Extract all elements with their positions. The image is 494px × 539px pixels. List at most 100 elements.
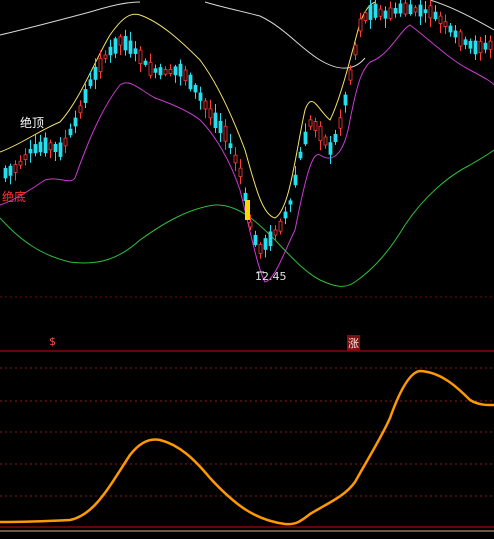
- candle-body: [228, 143, 233, 149]
- chart-background: [0, 0, 494, 539]
- candle-body: [128, 40, 133, 54]
- candle-body: [183, 69, 188, 82]
- candle-body: [153, 68, 158, 73]
- candle-body: [218, 120, 223, 134]
- candle-body: [258, 244, 263, 254]
- candle-body: [408, 4, 413, 15]
- candle-body: [138, 49, 143, 64]
- candle-body: [423, 9, 428, 14]
- candle-body: [378, 8, 383, 17]
- candle-body: [363, 12, 368, 21]
- candle-body: [333, 133, 338, 143]
- extreme-bottom-label: 绝底: [2, 190, 27, 204]
- candle-body: [18, 160, 23, 166]
- candle-body: [253, 234, 258, 246]
- candle-body: [233, 154, 238, 164]
- low-price-label: 12.45: [255, 270, 287, 283]
- candle-body: [73, 117, 78, 127]
- candle-body: [78, 105, 83, 114]
- candle-body: [208, 108, 213, 119]
- candle-body: [213, 112, 218, 129]
- candle-body: [123, 36, 128, 51]
- candle-body: [478, 41, 483, 54]
- candle-body: [418, 4, 423, 17]
- candle-body: [118, 36, 123, 46]
- candle-body: [48, 142, 53, 151]
- candle-body: [488, 40, 493, 50]
- candle-body: [188, 74, 193, 90]
- candle-body: [8, 165, 13, 176]
- candle-body: [393, 7, 398, 14]
- candle-body: [398, 3, 403, 14]
- candle-body: [323, 136, 328, 146]
- candle-body: [88, 79, 93, 86]
- candle-body: [23, 154, 28, 161]
- candle-body: [338, 117, 343, 129]
- candle-body: [43, 137, 48, 154]
- candle-body: [148, 61, 153, 76]
- candle-body: [63, 137, 68, 147]
- candle-body: [283, 211, 288, 219]
- candle-body: [193, 84, 198, 93]
- candle-body: [428, 5, 433, 19]
- candle-body: [383, 10, 388, 19]
- extreme-top-label: 绝顶: [20, 116, 45, 130]
- candle-body: [68, 128, 73, 136]
- candle-body: [13, 164, 18, 173]
- candle-body: [433, 11, 438, 20]
- candle-body: [443, 21, 448, 27]
- candle-body: [403, 2, 408, 15]
- candle-body: [168, 69, 173, 74]
- candle-body: [173, 66, 178, 76]
- candle-body: [53, 143, 58, 153]
- candle-body: [58, 142, 63, 157]
- candle-body: [178, 63, 183, 77]
- candle-body: [328, 142, 333, 155]
- candle-body: [113, 38, 118, 54]
- candle-body: [108, 46, 113, 56]
- candle-body: [28, 148, 33, 154]
- candle-body: [243, 192, 248, 202]
- candle-body: [93, 66, 98, 80]
- candle-body: [203, 100, 208, 110]
- candle-body: [278, 220, 283, 232]
- candle-body: [353, 44, 358, 56]
- candle-body: [3, 167, 8, 179]
- candle-body: [38, 141, 43, 153]
- price-chart[interactable]: [0, 0, 494, 539]
- candle-body: [463, 39, 468, 45]
- candle-body: [198, 92, 203, 101]
- signal-marker-right[interactable]: 涨: [347, 335, 360, 351]
- candle-body: [143, 60, 148, 65]
- candle-body: [133, 48, 138, 55]
- candle-body: [448, 25, 453, 33]
- candle-body: [373, 3, 378, 18]
- candle-body: [248, 221, 253, 228]
- candle-body: [223, 125, 228, 142]
- candle-body: [238, 167, 243, 177]
- candle-body: [273, 229, 278, 236]
- candle-body: [358, 18, 363, 32]
- candle-body: [483, 42, 488, 50]
- candle-body: [33, 144, 38, 154]
- candle-body: [263, 238, 268, 250]
- candle-body: [348, 69, 353, 81]
- candle-body: [318, 125, 323, 142]
- candle-body: [288, 200, 293, 205]
- candle-body: [158, 67, 163, 76]
- candle-body: [343, 94, 348, 106]
- candle-body: [163, 69, 168, 75]
- candle-body: [453, 30, 458, 38]
- candle-body: [388, 7, 393, 19]
- candle-body: [413, 7, 418, 13]
- candle-body: [298, 151, 303, 159]
- candle-body: [368, 5, 373, 20]
- candle-body: [438, 15, 443, 24]
- candle-body: [458, 31, 463, 47]
- candle-body: [98, 57, 103, 73]
- candle-body: [293, 174, 298, 186]
- candle-body: [313, 121, 318, 131]
- candle-body: [83, 89, 88, 103]
- signal-marker-left[interactable]: $: [48, 335, 57, 348]
- candle-body: [303, 131, 308, 145]
